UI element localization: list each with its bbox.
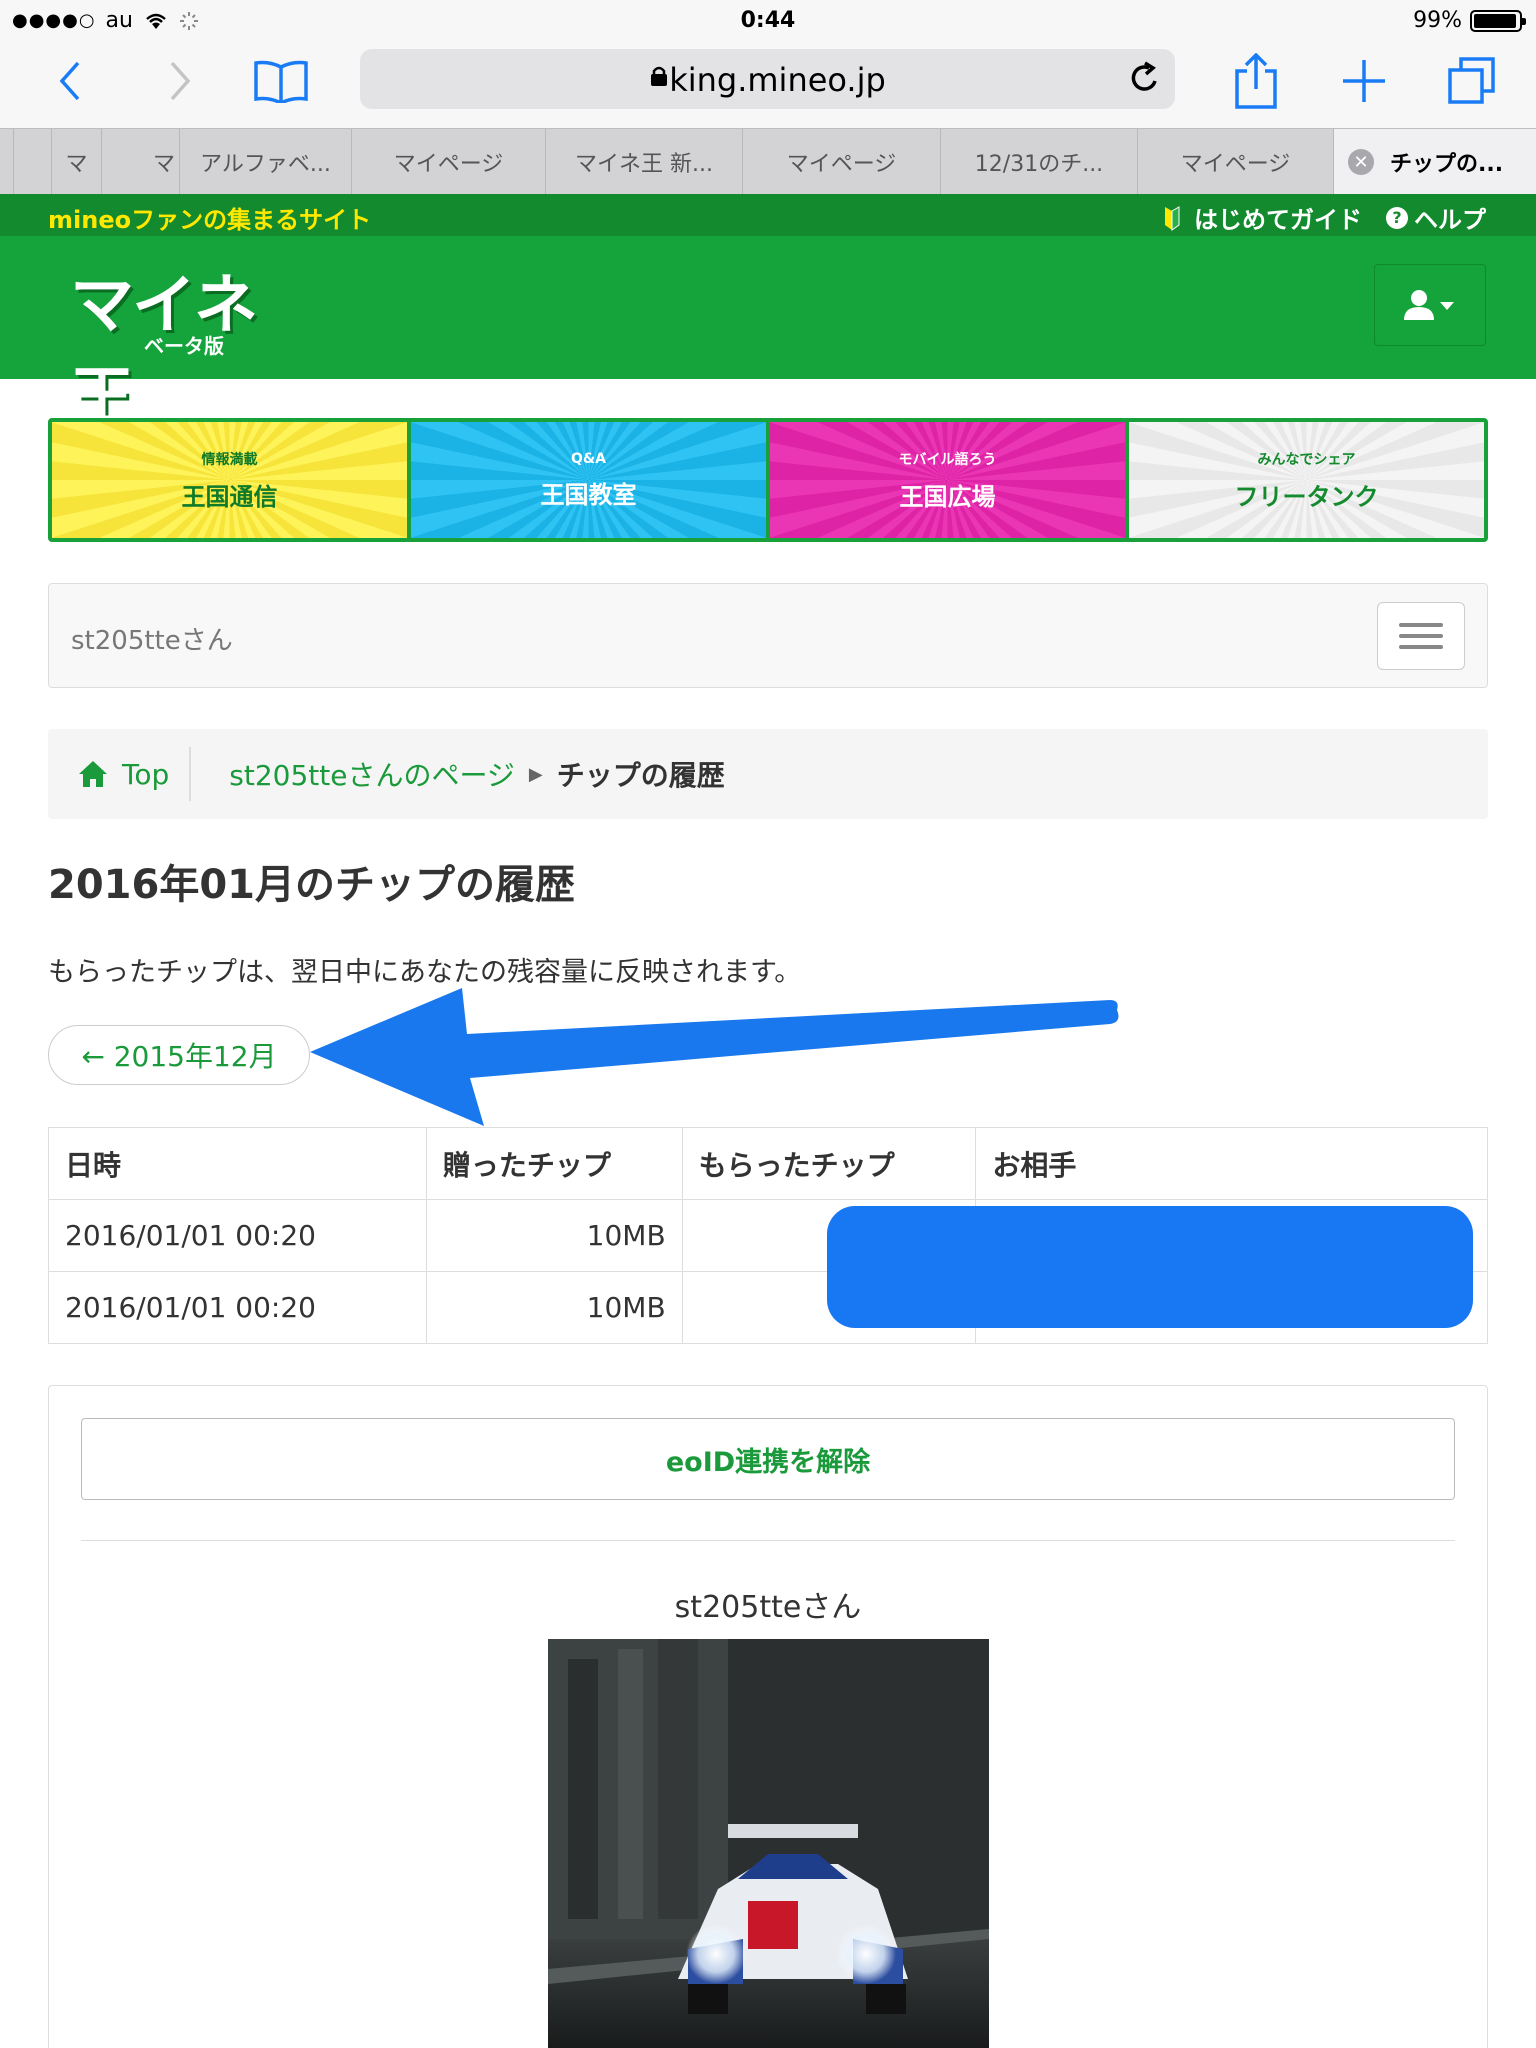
annotation-arrow-icon bbox=[310, 988, 1119, 1126]
